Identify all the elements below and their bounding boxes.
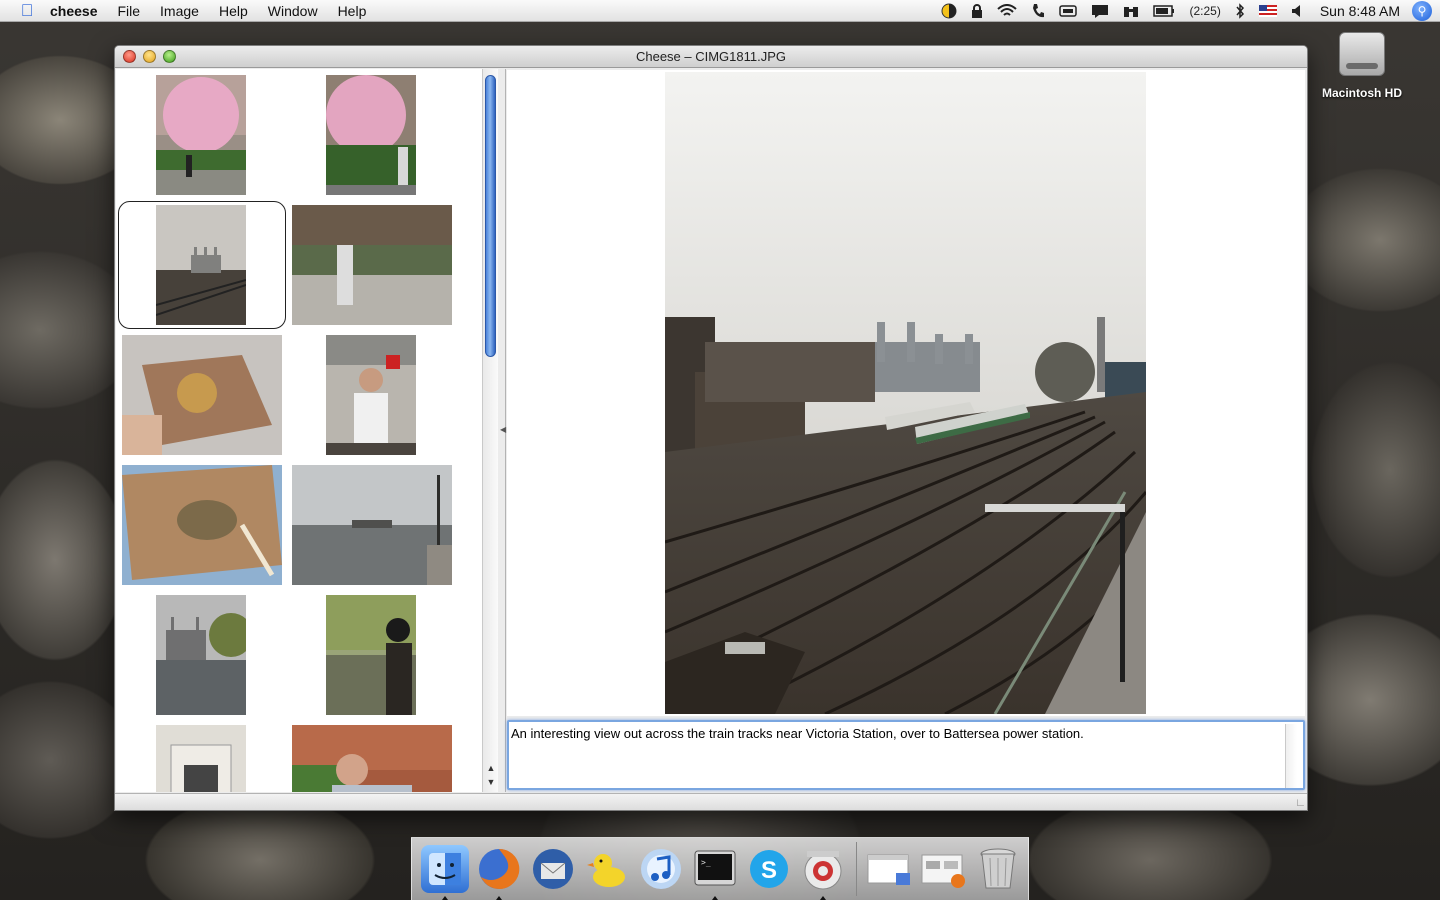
thumbnail-woman-tree[interactable]	[326, 595, 416, 715]
battery-time: (2:25)	[1189, 4, 1221, 18]
split-view-divider[interactable]: ◀	[498, 69, 506, 792]
thumbnail-battersea-river[interactable]	[156, 595, 246, 715]
finder-icon[interactable]	[421, 845, 469, 900]
menu-window[interactable]: Window	[258, 3, 328, 19]
scrollbar-thumb[interactable]	[485, 75, 496, 357]
svg-text:>_: >_	[701, 858, 711, 867]
window-title: Cheese – CIMG1811.JPG	[635, 49, 787, 64]
menu-help-2[interactable]: Help	[328, 3, 377, 19]
cheese-window: Cheese – CIMG1811.JPG ▲ ▼ ◀ An interesti…	[114, 45, 1308, 811]
cyberduck-icon[interactable]	[583, 845, 631, 893]
menu-app-name[interactable]: cheese	[46, 3, 107, 19]
caption-text[interactable]: An interesting view out across the train…	[511, 726, 1084, 741]
image-view	[507, 70, 1305, 716]
terminal-icon[interactable]: >_	[691, 845, 739, 900]
hard-drive-icon	[1339, 32, 1385, 76]
drive-label: Macintosh HD	[1321, 86, 1402, 100]
desktop-drive[interactable]: Macintosh HD	[1312, 32, 1412, 100]
lock-icon[interactable]	[971, 0, 983, 22]
skype-icon[interactable]: S	[745, 845, 793, 893]
thunderbird-icon[interactable]	[529, 845, 577, 893]
thumbnail-man-eating[interactable]	[326, 335, 416, 455]
thumbnail-man-tired[interactable]	[292, 725, 452, 792]
phone-icon[interactable]	[1031, 0, 1045, 22]
menubar:  cheese File Image Help Window Help (2:…	[0, 0, 1440, 22]
flag-us-icon[interactable]	[1258, 0, 1277, 22]
menu-help[interactable]: Help	[209, 3, 258, 19]
window-titlebar[interactable]: Cheese – CIMG1811.JPG	[115, 46, 1307, 68]
thumbnail-cherry-blossom-man[interactable]	[326, 75, 416, 195]
resize-grip-icon[interactable]: ∟	[1295, 797, 1306, 809]
svg-text:S: S	[761, 857, 777, 884]
apple-menu-icon[interactable]: 	[18, 1, 36, 20]
app-badge-icon[interactable]	[799, 845, 847, 900]
documents-stack-icon[interactable]	[920, 845, 968, 893]
main-photo	[665, 72, 1146, 714]
bluetooth-icon[interactable]	[1235, 0, 1245, 22]
memory-icon[interactable]	[1059, 0, 1078, 22]
thumbnail-river-view[interactable]	[292, 465, 452, 585]
scroll-down-arrow-icon[interactable]: ▼	[486, 777, 496, 787]
dock-separator	[856, 842, 857, 896]
thumbnail-market-man[interactable]	[292, 205, 452, 325]
wifi-icon[interactable]	[997, 0, 1018, 22]
scroll-up-arrow-icon[interactable]: ▲	[486, 763, 496, 773]
trash-icon[interactable]	[974, 845, 1022, 893]
menu-image[interactable]: Image	[150, 3, 209, 19]
menu-extras: (2:25) Sun 8:48 AM ⚲	[934, 0, 1440, 22]
caption-scrollbar[interactable]	[1285, 724, 1297, 788]
window-stack-icon[interactable]	[866, 845, 914, 893]
thumbnail-list[interactable]	[116, 69, 483, 792]
thumbnail-scrollbar[interactable]: ▲ ▼	[482, 69, 498, 792]
thumbnail-building-entrance[interactable]	[156, 725, 246, 792]
display-icon[interactable]	[941, 0, 957, 22]
battery-icon[interactable]	[1153, 0, 1175, 22]
menubar-clock[interactable]: Sun 8:48 AM	[1320, 3, 1400, 19]
binoculars-icon[interactable]	[1123, 0, 1139, 22]
thumbnail-cherry-blossom-woman[interactable]	[156, 75, 246, 195]
menu-file[interactable]: File	[107, 3, 150, 19]
chat-icon[interactable]	[1091, 0, 1109, 22]
caption-textarea[interactable]: An interesting view out across the train…	[507, 720, 1305, 790]
itunes-icon[interactable]	[637, 845, 685, 893]
window-statusbar: ∟	[115, 793, 1307, 810]
volume-icon[interactable]	[1291, 0, 1303, 22]
thumbnail-battersea-tracks[interactable]	[156, 205, 246, 325]
splitter-handle-icon: ◀	[500, 425, 507, 434]
thumbnail-food-box[interactable]	[122, 465, 282, 585]
spotlight-search-icon[interactable]: ⚲	[1412, 1, 1432, 21]
firefox-icon[interactable]	[475, 845, 523, 900]
thumbnail-pie-box[interactable]	[122, 335, 282, 455]
dock: >_ S	[411, 837, 1029, 900]
